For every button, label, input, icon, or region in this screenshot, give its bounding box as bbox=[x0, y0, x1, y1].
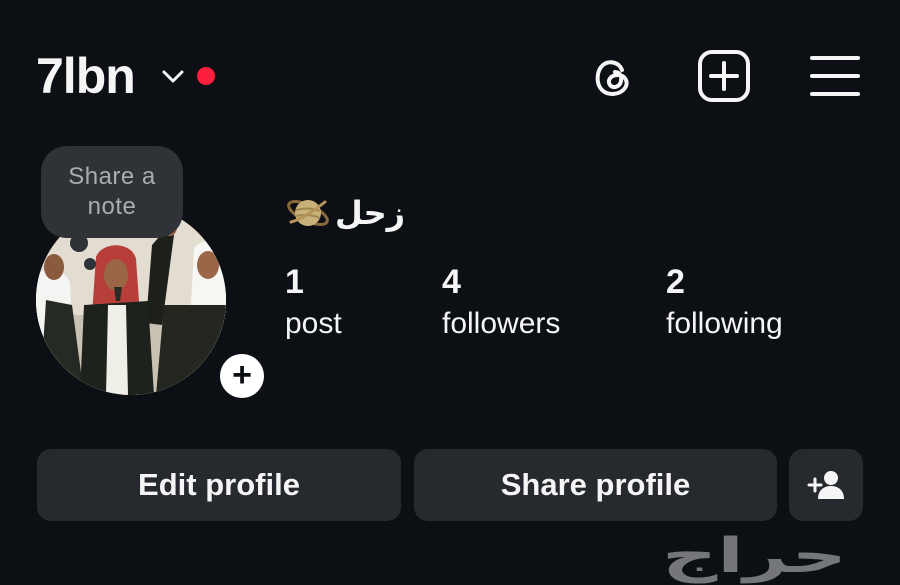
threads-icon[interactable] bbox=[585, 48, 641, 104]
saturn-icon bbox=[287, 200, 329, 226]
stat-following-count: 2 bbox=[666, 263, 685, 301]
discover-people-button[interactable] bbox=[789, 449, 863, 521]
notification-dot bbox=[197, 67, 215, 85]
chevron-down-icon[interactable] bbox=[160, 66, 186, 86]
profile-header: 7lbn bbox=[0, 0, 900, 150]
stat-following[interactable]: 2 following bbox=[666, 262, 783, 346]
stat-followers-label: followers bbox=[442, 307, 561, 340]
note-bubble-tail bbox=[70, 234, 88, 252]
watermark: حراج bbox=[662, 528, 847, 584]
username[interactable]: 7lbn bbox=[36, 46, 136, 106]
stat-followers-count: 4 bbox=[442, 263, 461, 301]
stat-posts-label: post bbox=[285, 307, 342, 340]
note-bubble-tail-small bbox=[84, 258, 96, 270]
stat-followers[interactable]: 4 followers bbox=[442, 262, 560, 346]
add-story-button[interactable]: + bbox=[211, 345, 273, 407]
plus-icon: + bbox=[220, 354, 264, 398]
create-post-icon[interactable] bbox=[696, 48, 752, 104]
share-profile-button[interactable]: Share profile bbox=[414, 449, 777, 521]
stat-following-label: following bbox=[666, 307, 783, 340]
menu-icon[interactable] bbox=[806, 48, 862, 104]
stat-posts-count: 1 bbox=[285, 263, 304, 301]
stat-posts[interactable]: 1 post bbox=[285, 262, 342, 346]
display-name: زحل bbox=[285, 188, 405, 238]
share-note-bubble[interactable]: Share a note bbox=[41, 146, 183, 238]
display-name-text: زحل bbox=[335, 194, 406, 232]
edit-profile-button[interactable]: Edit profile bbox=[37, 449, 401, 521]
add-person-icon bbox=[807, 471, 844, 499]
